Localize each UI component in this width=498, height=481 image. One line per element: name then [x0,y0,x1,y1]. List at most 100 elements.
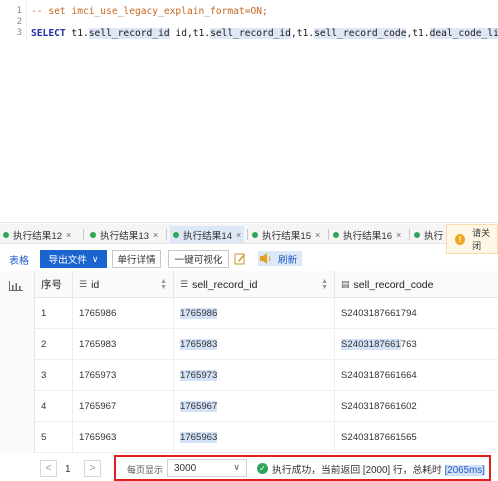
cell-value: S2403187661602 [341,401,417,412]
cell-sell-record-id[interactable]: 1765983 [174,329,335,360]
cell-sell-record-id[interactable]: 1765986 [174,298,335,329]
column-header-sell-record-code[interactable]: ▤ sell_record_code [335,271,498,298]
cell-index[interactable]: 3 [35,360,73,391]
sql-text: t1. [65,28,89,39]
tab-result-14[interactable]: 执行结果14 × [170,226,245,243]
column-header-index[interactable]: 序号 [35,271,73,298]
elapsed-time: [2065ms] [444,465,485,476]
table-row[interactable]: 1 1765986 1765986 S2403187661794 [35,298,498,329]
cell-index[interactable]: 1 [35,298,73,329]
line-number: 3 [16,28,22,38]
cell-value: 1765983 [180,339,218,350]
tab-result-16[interactable]: 执行结果16 × [333,226,401,243]
cell-value: 1765967 [180,401,218,412]
table-row[interactable]: 3 1765973 1765973 S2403187661664 [35,360,498,391]
bar-chart-icon[interactable] [9,281,23,291]
line-number: 2 [16,17,22,27]
cell-id[interactable]: 1765967 [73,391,174,422]
cell-sell-record-code[interactable]: S2403187661 763 [335,329,498,360]
cell-id[interactable]: 1765986 [73,298,174,329]
table-row[interactable]: 4 1765967 1765967 S2403187661602 [35,391,498,422]
grid-side-panel [0,271,35,453]
cell-value: 1765973 [180,370,218,381]
close-icon[interactable]: × [66,230,71,240]
tab-label: 执行结果15 [262,230,312,242]
editor-line-1[interactable]: 1 -- set imci_use_legacy_explain_format=… [0,6,498,17]
cell-sell-record-id[interactable]: 1765973 [174,360,335,391]
sql-highlight: sell_record_id [210,28,291,39]
tab-result-12[interactable]: 执行结果12 × [3,226,71,243]
cell-id[interactable]: 1765983 [73,329,174,360]
table-row[interactable]: 2 1765983 1765983 S2403187661 763 [35,329,498,360]
visualize-label: 一键可视化 [174,255,223,266]
sort-down-icon: ▼ [321,284,328,291]
sql-editor[interactable]: 1 -- set imci_use_legacy_explain_format=… [0,0,498,222]
column-label: sell_record_id [192,278,258,291]
close-icon[interactable]: × [236,230,241,240]
visualize-button[interactable]: 一键可视化 [168,250,229,268]
pagination-footer: < 1 > 每页显示 3000 ∨ ✓ 执行成功，当前返回 [2000] 行，总… [0,455,498,481]
current-page: 1 [65,464,71,475]
cell-sell-record-id[interactable]: 1765963 [174,422,335,453]
result-tabs: 执行结果12 × 执行结果13 × 执行结果14 × 执行结果15 × 执行结果… [0,224,498,244]
cell-index[interactable]: 4 [35,391,73,422]
column-header-id[interactable]: ☰ id ▲ ▼ [73,271,174,298]
cell-sell-record-code[interactable]: S2403187661565 [335,422,498,453]
column-header-sell-record-id[interactable]: ☰ sell_record_id ▲ ▼ [174,271,335,298]
tab-separator [166,229,167,240]
success-dot-icon [90,231,96,238]
sql-text: ,t1. [406,28,430,39]
per-page-label: 每页显示 [127,465,164,475]
tab-label: 执行 [424,230,444,242]
tab-separator [83,229,84,240]
edit-icon[interactable] [234,252,246,265]
sort-icon[interactable]: ▲ ▼ [321,278,328,291]
sql-text: id,t1. [169,28,211,39]
cell-id[interactable]: 1765963 [73,422,174,453]
sql-statement: SELECT t1.sell_record_id id,t1.sell_reco… [31,28,498,39]
cell-sell-record-id[interactable]: 1765967 [174,391,335,422]
tab-result-15[interactable]: 执行结果15 × [252,226,320,243]
cell-value-highlight: S2403187661 [341,339,401,350]
cell-id[interactable]: 1765973 [73,360,174,391]
tab-separator [409,229,410,240]
list-icon: ☰ [79,279,88,290]
tab-label: 执行结果12 [13,230,63,242]
cell-sell-record-code[interactable]: S2403187661794 [335,298,498,329]
cell-value: S2403187661664 [341,370,417,381]
row-detail-button[interactable]: 单行详情 [112,250,161,268]
cell-index[interactable]: 2 [35,329,73,360]
close-icon[interactable]: × [315,230,320,240]
row-detail-label: 单行详情 [117,255,156,266]
result-grid: 序号 ☰ id ▲ ▼ ☰ sell_record_id ▲ ▼ ▤ sell_re… [0,271,498,453]
line-number: 1 [16,6,22,16]
sql-keyword: SELECT [31,28,66,39]
tab-separator [328,229,329,240]
cell-value: S2403187661565 [341,432,417,443]
per-page-select[interactable]: 3000 ∨ [167,459,247,477]
close-icon[interactable]: × [396,230,401,240]
text-doc-icon: ▤ [341,279,350,290]
editor-line-2[interactable]: 2 [0,17,498,28]
editor-results-divider[interactable] [0,222,498,223]
prev-page-button[interactable]: < [40,460,57,477]
tab-result-more[interactable]: 执行 [414,226,443,243]
speaker-icon[interactable] [258,252,272,265]
cell-index[interactable]: 5 [35,422,73,453]
next-page-button[interactable]: > [84,460,101,477]
sql-text: ,t1. [290,28,315,39]
refresh-button[interactable]: 刷新 [278,252,297,266]
view-table-tab[interactable]: 表格 [9,252,29,267]
tab-label: 执行结果13 [100,230,150,242]
cell-value: S2403187661794 [341,308,417,319]
sort-icon[interactable]: ▲ ▼ [160,278,167,291]
close-icon[interactable]: × [153,230,158,240]
editor-line-3[interactable]: 3 SELECT t1.sell_record_id id,t1.sell_re… [0,28,498,39]
list-icon: ☰ [180,279,189,290]
column-label: 序号 [41,279,62,291]
cell-sell-record-code[interactable]: S2403187661664 [335,360,498,391]
export-button[interactable]: 导出文件 ∨ [40,250,107,268]
table-row[interactable]: 5 1765963 1765963 S2403187661565 [35,422,498,453]
cell-sell-record-code[interactable]: S2403187661602 [335,391,498,422]
tab-result-13[interactable]: 执行结果13 × [90,226,158,243]
